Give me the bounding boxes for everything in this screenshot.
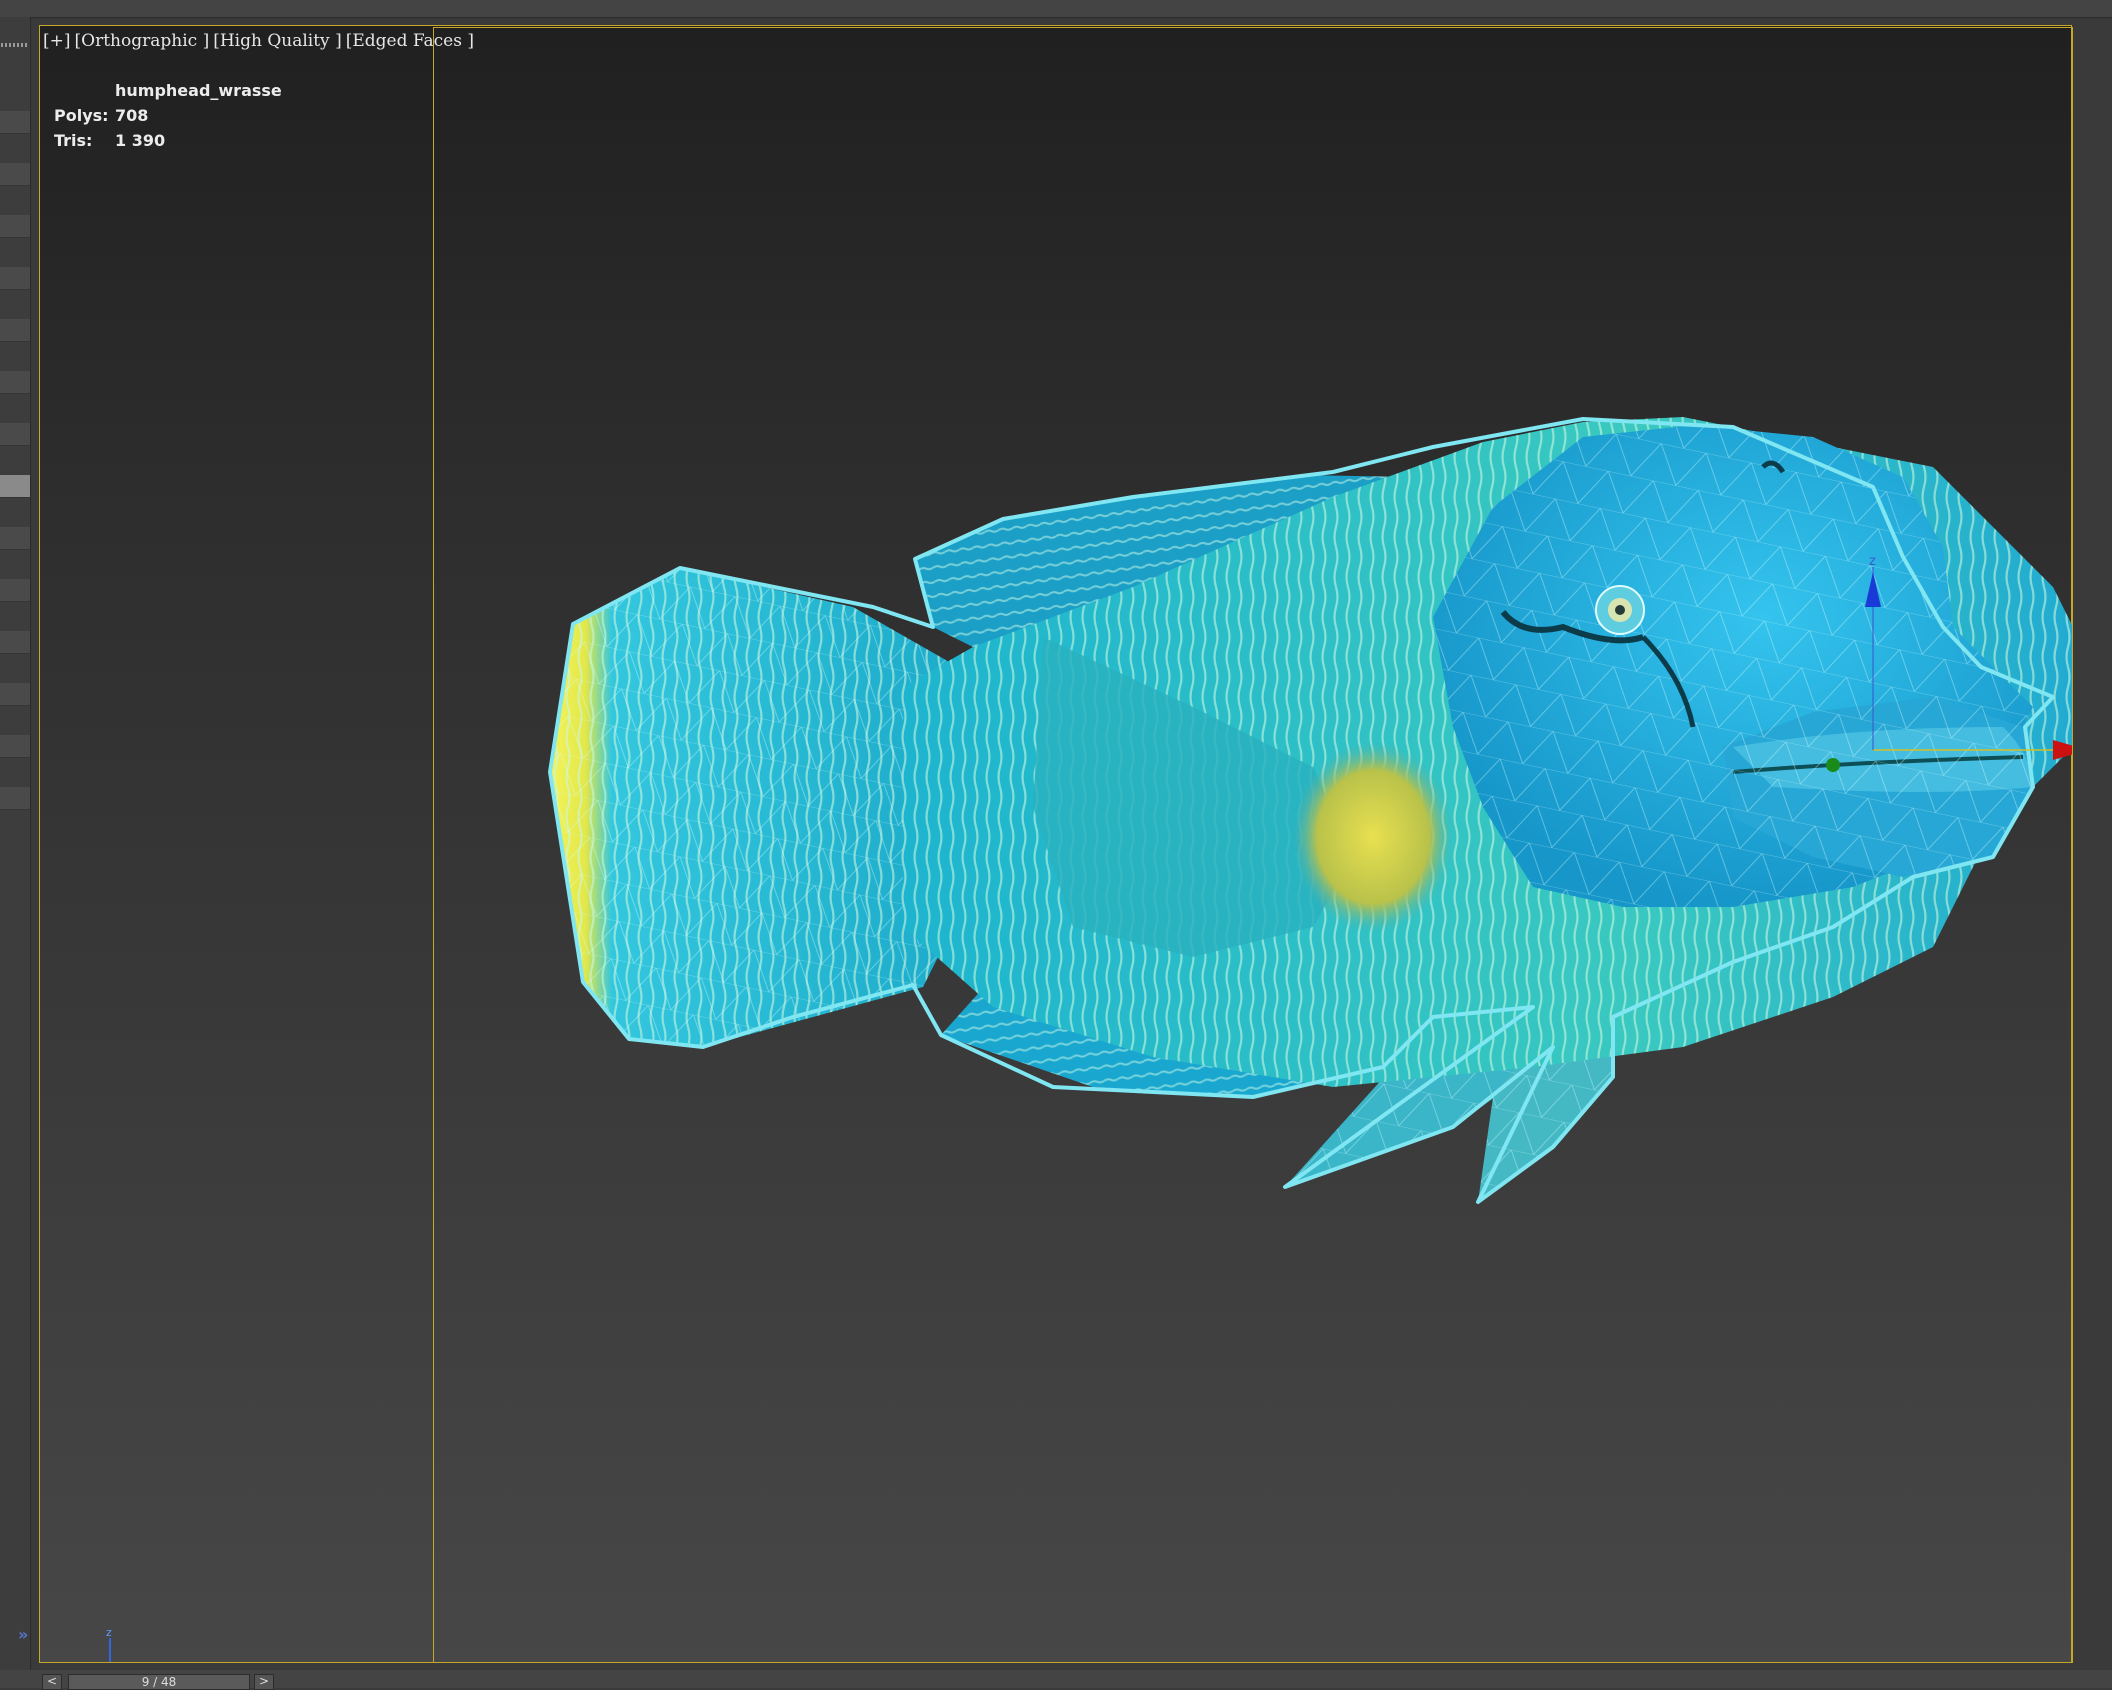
strip-button-active[interactable] xyxy=(0,475,30,498)
gizmo-z-label: z xyxy=(1869,554,1876,569)
strip-button[interactable] xyxy=(0,735,30,758)
expand-arrows-icon[interactable]: » xyxy=(18,1625,28,1644)
axis-tripod-icon: z y x xyxy=(91,1626,133,1663)
drag-grip-icon[interactable] xyxy=(1,43,27,47)
left-command-strip xyxy=(0,17,31,1670)
strip-button[interactable] xyxy=(0,787,30,810)
tripod-y-label: y xyxy=(91,1660,98,1663)
strip-button[interactable] xyxy=(0,579,30,602)
strip-button[interactable] xyxy=(0,215,30,238)
strip-button[interactable] xyxy=(0,111,30,134)
humphead-wrasse-model[interactable]: x z xyxy=(433,27,2073,1663)
object-name: humphead_wrasse xyxy=(115,81,282,100)
polys-label: Polys: xyxy=(54,106,109,125)
viewport-view-menu[interactable]: [Orthographic ] xyxy=(75,31,210,51)
tris-value: 1 390 xyxy=(115,131,166,150)
top-toolbar xyxy=(0,0,2112,18)
strip-button[interactable] xyxy=(0,267,30,290)
tripod-z-label: z xyxy=(106,1626,112,1639)
time-slider-bar: < 9 / 48 > xyxy=(0,1670,2112,1690)
strip-button[interactable] xyxy=(0,319,30,342)
viewport-quality-menu[interactable]: [High Quality ] xyxy=(213,31,342,51)
polys-value: 708 xyxy=(115,106,149,125)
viewport-label-menu: [+] [Orthographic ] [High Quality ] [Edged … xyxy=(43,31,478,51)
strip-button[interactable] xyxy=(0,163,30,186)
strip-button[interactable] xyxy=(0,631,30,654)
strip-button[interactable] xyxy=(0,527,30,550)
strip-button[interactable] xyxy=(0,371,30,394)
strip-button[interactable] xyxy=(0,683,30,706)
strip-button[interactable] xyxy=(0,423,30,446)
statistics-overlay: humphead_wrasse Polys: 708 Tris: 1 390 xyxy=(54,78,282,153)
tris-label: Tris: xyxy=(54,131,93,150)
tripod-x-label: x xyxy=(126,1660,133,1663)
fish-eye xyxy=(1595,585,1645,635)
viewport-plus-menu[interactable]: [+] xyxy=(43,31,71,51)
